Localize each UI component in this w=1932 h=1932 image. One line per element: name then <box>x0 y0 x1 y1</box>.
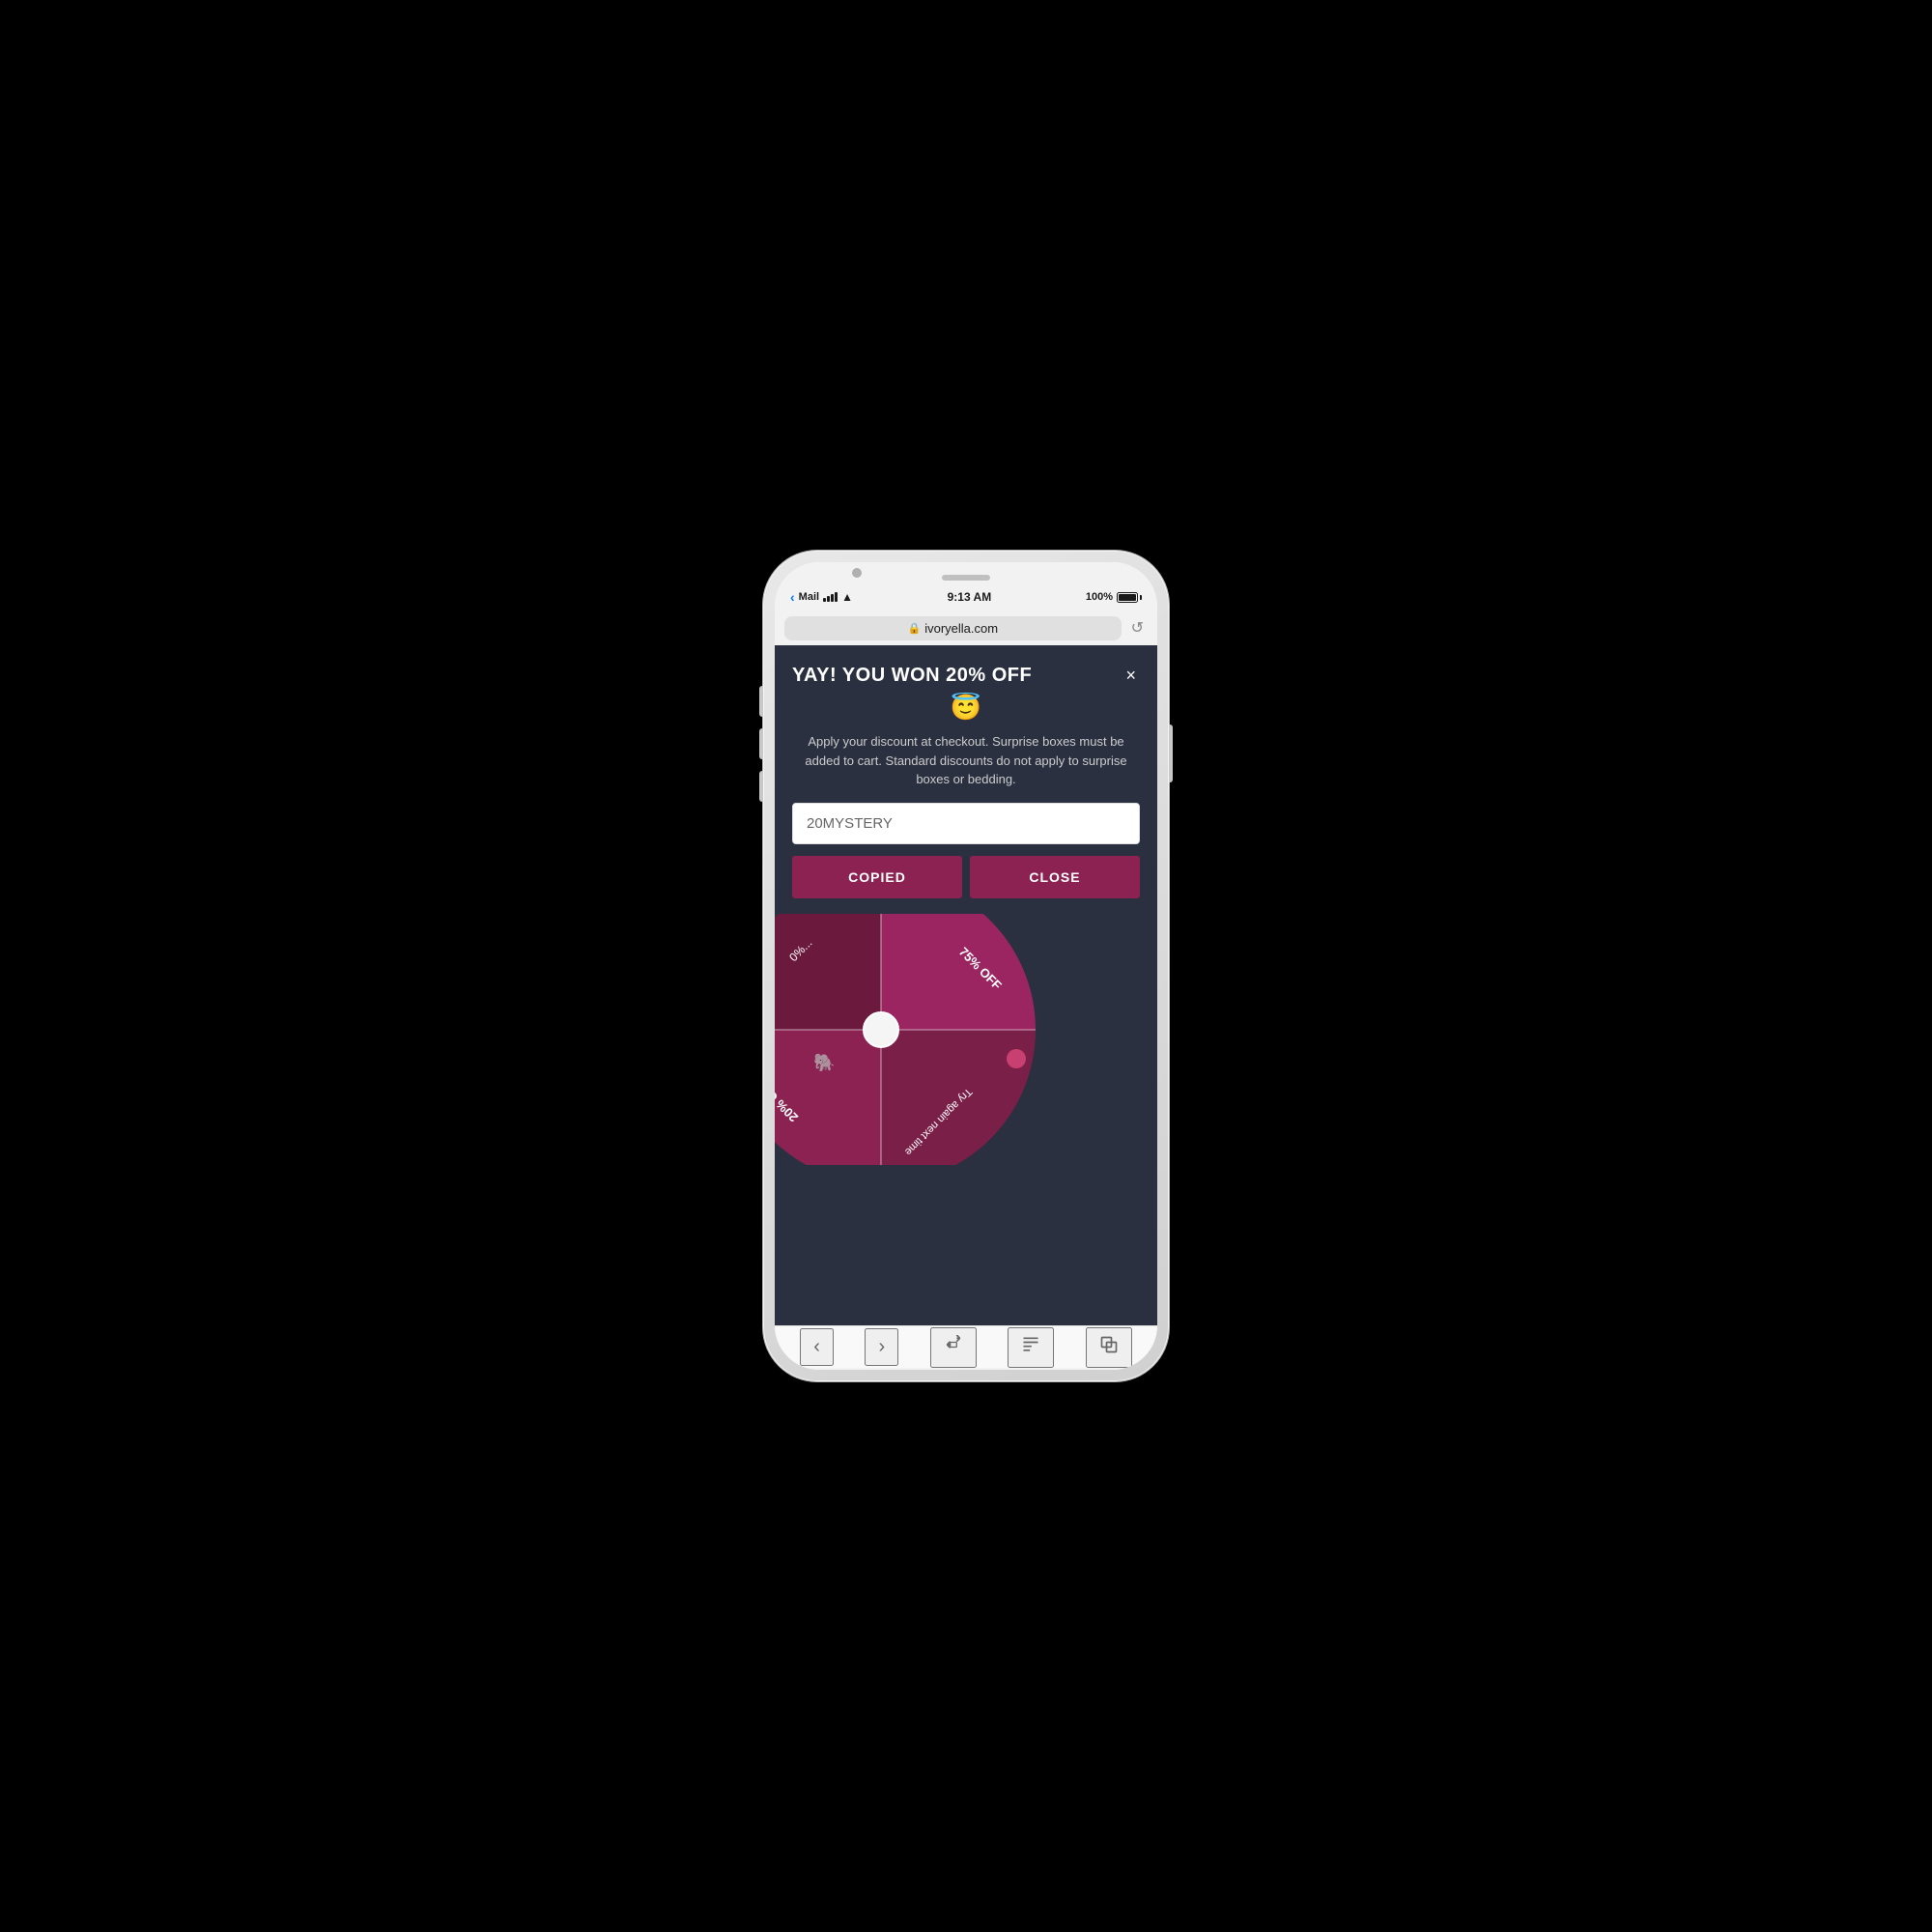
browser-toolbar: ‹ › <box>775 1325 1157 1368</box>
coupon-code-input[interactable] <box>792 803 1140 844</box>
address-bar: 🔒 ivoryella.com ↺ <box>775 611 1157 645</box>
reload-button[interactable]: ↺ <box>1127 614 1148 641</box>
carrier-label: Mail <box>799 591 819 603</box>
battery-tip <box>1140 595 1142 600</box>
tabs-button[interactable] <box>1086 1327 1132 1368</box>
battery-indicator <box>1117 592 1142 603</box>
modal-title-row: YAY! YOU WON 20% OFF × <box>792 665 1140 687</box>
phone-top-notch <box>775 562 1157 583</box>
lock-icon: 🔒 <box>908 622 922 635</box>
modal-description: Apply your discount at checkout. Surpris… <box>792 732 1140 789</box>
wifi-icon: ▲ <box>841 590 853 604</box>
spin-wheel: 75% OFF Try again next time 20% OFF 0%..… <box>775 914 1045 1165</box>
copied-button[interactable]: COPIED <box>792 856 962 898</box>
phone-frame: ‹ Mail ▲ 9:13 AM 100% <box>763 551 1169 1381</box>
bookmarks-button[interactable] <box>1008 1327 1054 1368</box>
button-row: COPIED CLOSE <box>792 856 1140 898</box>
phone-screen: ‹ Mail ▲ 9:13 AM 100% <box>775 562 1157 1370</box>
page-content: YAY! YOU WON 20% OFF × 😇 Apply your disc… <box>775 645 1157 1325</box>
modal-emoji: 😇 <box>792 693 1140 723</box>
battery-percent: 100% <box>1086 591 1113 603</box>
signal-bars <box>823 592 838 602</box>
url-field[interactable]: 🔒 ivoryella.com <box>784 616 1122 640</box>
back-indicator: ‹ <box>790 589 795 605</box>
modal-title: YAY! YOU WON 20% OFF <box>792 665 1032 687</box>
bookmarks-icon <box>1021 1335 1040 1360</box>
battery-fill <box>1119 594 1136 601</box>
status-right: 100% <box>1086 591 1142 603</box>
share-icon <box>944 1335 963 1360</box>
phone-speaker <box>942 575 990 581</box>
svg-text:🐘: 🐘 <box>813 1053 835 1072</box>
battery-body <box>1117 592 1138 603</box>
share-button[interactable] <box>930 1327 977 1368</box>
url-text: ivoryella.com <box>924 621 998 636</box>
modal-close-x-button[interactable]: × <box>1122 665 1140 686</box>
close-button[interactable]: CLOSE <box>970 856 1140 898</box>
spin-wheel-area: 75% OFF Try again next time 20% OFF 0%..… <box>775 914 1157 1165</box>
modal-popup: YAY! YOU WON 20% OFF × 😇 Apply your disc… <box>775 645 1157 914</box>
tabs-icon <box>1099 1335 1119 1360</box>
home-button-area <box>775 1368 1157 1370</box>
status-time: 9:13 AM <box>948 590 992 604</box>
status-left: ‹ Mail ▲ <box>790 589 853 605</box>
forward-arrow-icon: › <box>878 1336 885 1358</box>
forward-button[interactable]: › <box>865 1328 898 1366</box>
back-arrow-icon: ‹ <box>813 1336 820 1358</box>
back-button[interactable]: ‹ <box>800 1328 834 1366</box>
front-camera <box>852 568 862 578</box>
status-bar: ‹ Mail ▲ 9:13 AM 100% <box>775 583 1157 611</box>
